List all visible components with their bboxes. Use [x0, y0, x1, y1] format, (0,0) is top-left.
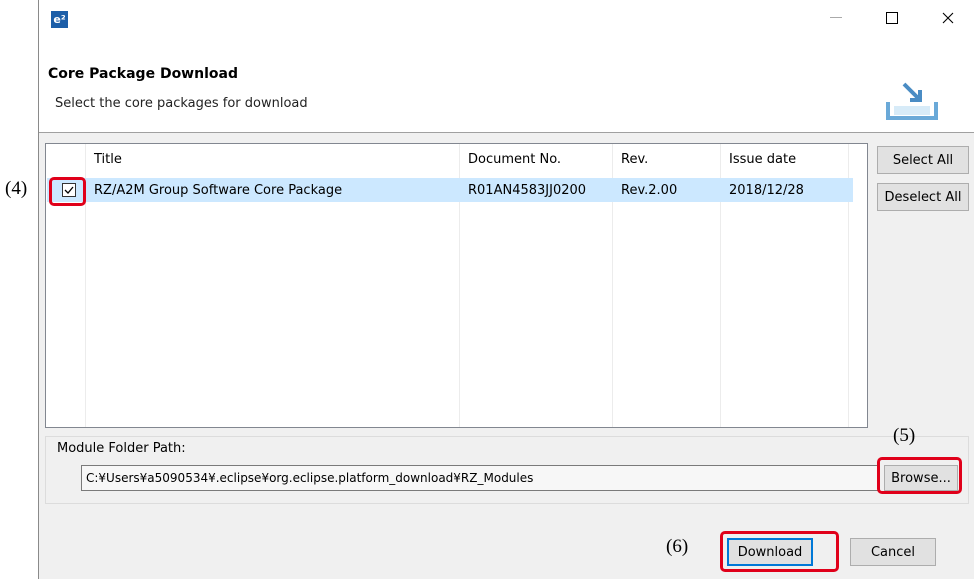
minimize-button[interactable] [813, 0, 859, 36]
page-subtitle: Select the core packages for download [55, 96, 308, 111]
e2-studio-app-icon: e² [51, 11, 68, 28]
deselect-all-button[interactable]: Deselect All [877, 183, 969, 211]
column-header-rev[interactable]: Rev. [621, 152, 648, 167]
annotation-6: (6) [666, 536, 689, 557]
cell-rev: Rev.2.00 [621, 183, 678, 198]
select-all-button[interactable]: Select All [877, 146, 969, 174]
module-folder-path-field[interactable]: C:¥Users¥a5090534¥.eclipse¥org.eclipse.p… [81, 465, 879, 491]
annotation-4: (4) [5, 178, 28, 199]
column-header-issue-date[interactable]: Issue date [729, 152, 796, 167]
package-table[interactable]: Title Document No. Rev. Issue date RZ/A2… [45, 143, 868, 428]
module-folder-label: Module Folder Path: [55, 441, 188, 456]
cancel-button[interactable]: Cancel [850, 538, 936, 566]
dialog-window: e² Core Package Download Select the core… [38, 0, 974, 579]
close-icon [942, 12, 954, 24]
cell-title: RZ/A2M Group Software Core Package [94, 183, 343, 198]
table-header: Title Document No. Rev. Issue date [46, 144, 867, 177]
highlight-checkbox [49, 177, 86, 206]
highlight-browse [877, 457, 962, 494]
header-separator [39, 132, 974, 133]
download-banner-icon [886, 82, 938, 120]
column-header-title[interactable]: Title [94, 152, 122, 167]
annotation-5: (5) [893, 425, 916, 446]
title-bar: e² [39, 0, 974, 36]
page-title: Core Package Download [48, 66, 238, 82]
close-button[interactable] [925, 0, 971, 36]
highlight-download [720, 531, 839, 572]
cell-issue-date: 2018/12/28 [729, 183, 804, 198]
column-header-document-no[interactable]: Document No. [468, 152, 561, 167]
maximize-button[interactable] [869, 0, 915, 36]
minimize-icon [830, 17, 842, 18]
maximize-icon [886, 12, 898, 24]
cell-document-no: R01AN4583JJ0200 [468, 183, 587, 198]
dialog-header: Core Package Download Select the core pa… [39, 36, 974, 132]
